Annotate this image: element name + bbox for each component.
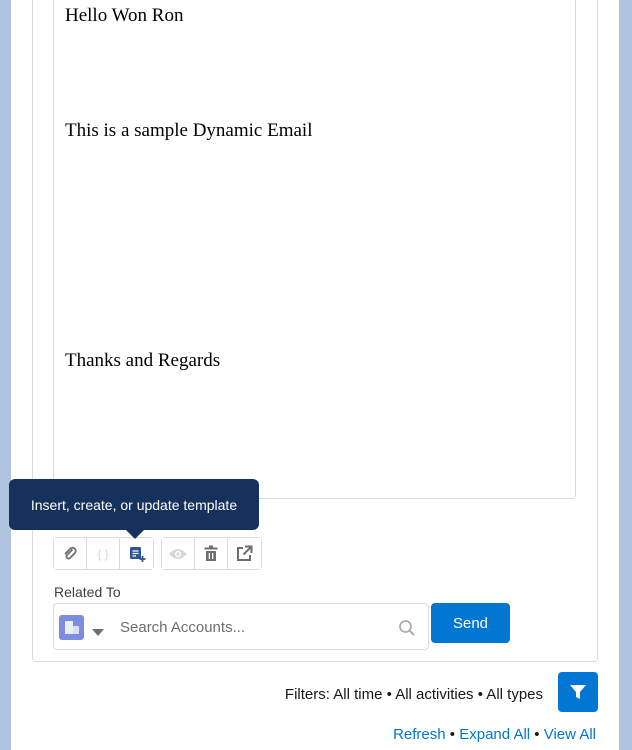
related-to-label: Related To — [54, 584, 121, 600]
separator: • — [534, 726, 540, 743]
template-button[interactable] — [120, 538, 153, 569]
send-button[interactable]: Send — [431, 603, 510, 643]
related-to-lookup — [53, 603, 429, 650]
braces-icon: { } — [97, 546, 109, 561]
editor-line: Hello Won Ron — [65, 5, 184, 26]
account-object-icon[interactable] — [59, 615, 84, 640]
delete-button[interactable] — [195, 538, 228, 569]
filter-button[interactable] — [558, 672, 598, 712]
search-icon — [399, 620, 415, 636]
separator: • — [449, 726, 456, 743]
filter-icon — [570, 685, 586, 699]
editor-line: Thanks and Regards — [65, 350, 221, 371]
chevron-down-icon[interactable] — [92, 629, 104, 636]
toolbar-group-actions — [161, 537, 262, 570]
email-body-editor[interactable]: Hello Won Ron This is a sample Dynamic E… — [53, 0, 576, 499]
external-link-icon — [237, 545, 253, 561]
eye-icon — [169, 548, 187, 559]
timeline-links: Refresh • Expand All • View All — [393, 726, 596, 743]
attach-button[interactable] — [54, 538, 87, 569]
editor-line: This is a sample Dynamic Email — [65, 120, 313, 141]
trash-icon — [204, 545, 218, 561]
preview-button[interactable] — [162, 538, 195, 569]
toolbar-group-insert: { } — [53, 537, 154, 570]
template-icon — [129, 546, 145, 562]
expand-all-link[interactable]: Expand All — [459, 726, 530, 743]
paperclip-icon — [64, 546, 77, 559]
search-accounts-input[interactable] — [120, 616, 390, 638]
refresh-link[interactable]: Refresh — [393, 726, 446, 743]
popout-button[interactable] — [228, 538, 261, 569]
building-icon — [65, 621, 79, 634]
view-all-link[interactable]: View All — [544, 726, 596, 743]
template-tooltip: Insert, create, or update template — [9, 479, 259, 539]
merge-field-button[interactable]: { } — [87, 538, 120, 569]
filters-summary: Filters: All time • All activities • All… — [284, 686, 543, 703]
